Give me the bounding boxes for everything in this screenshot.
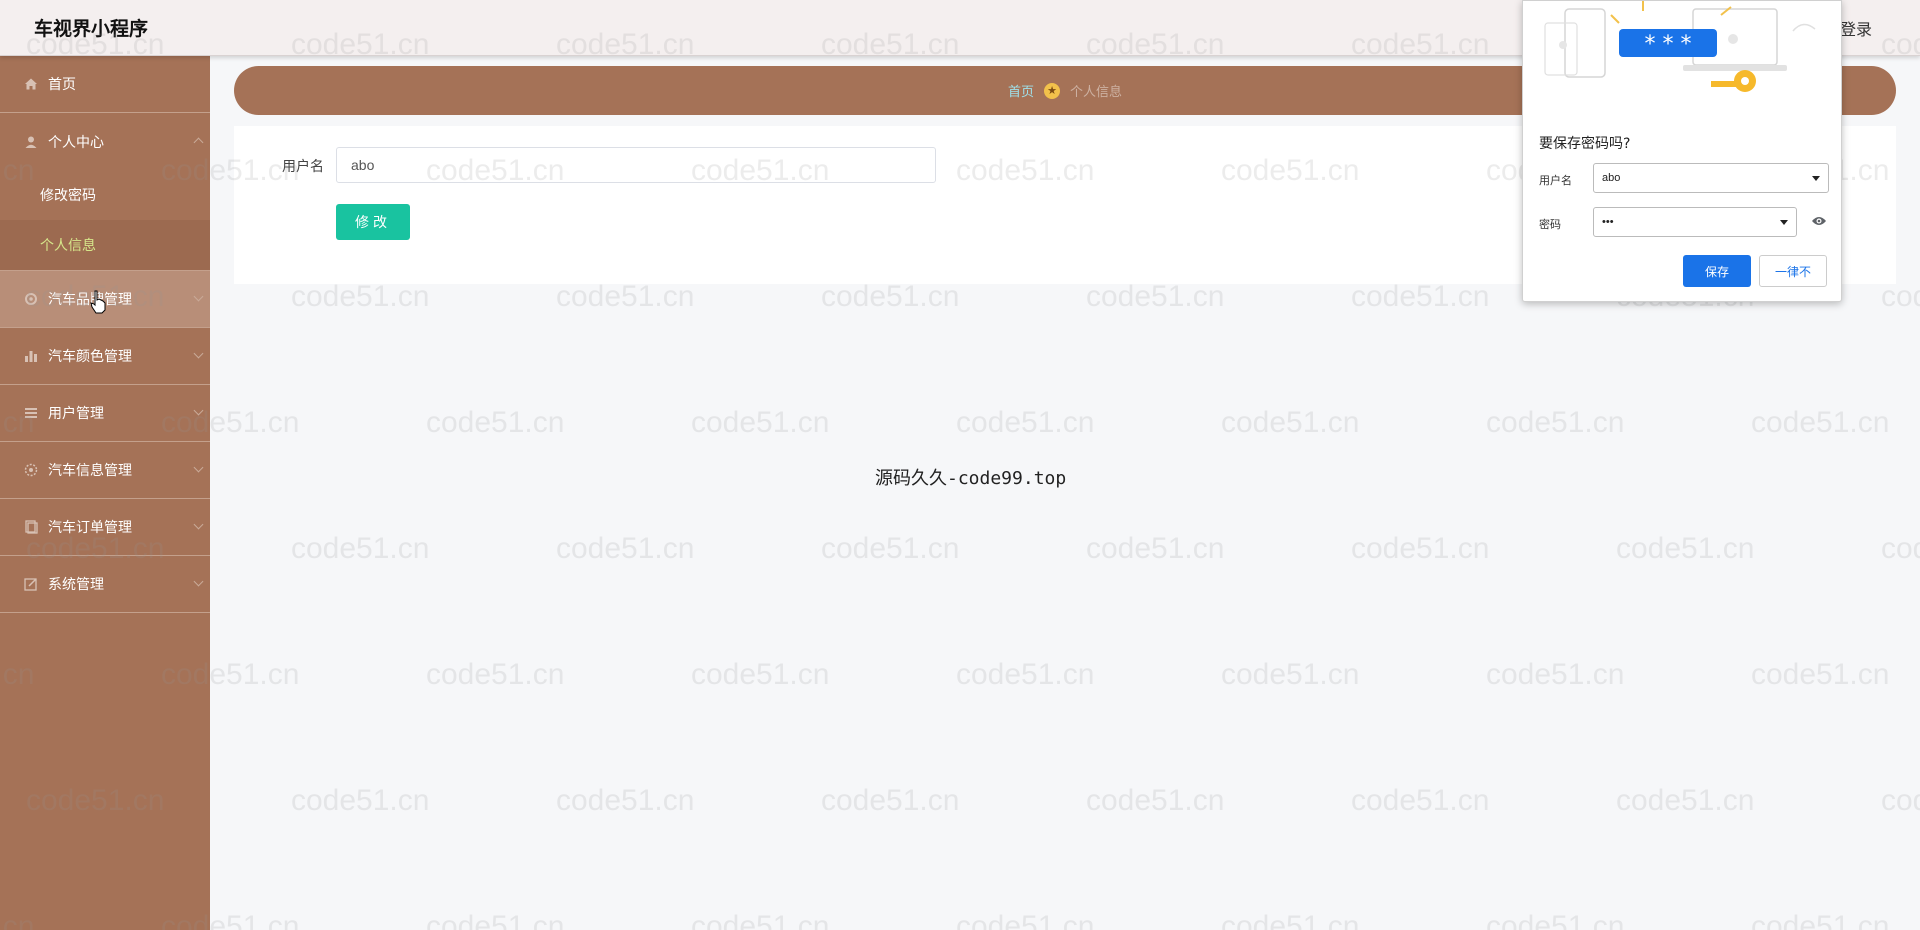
watermark-text: code51.cn [1086,532,1225,565]
watermark-text: code51.cn [1221,658,1360,691]
save-password-title: 要保存密码吗? [1539,136,1631,152]
sidebar-item-system[interactable]: 系统管理 [0,556,210,613]
settings-icon [24,463,38,477]
popup-username-label: 用户名 [1539,174,1572,187]
breadcrumb-home-link[interactable]: 首页 [1008,81,1034,100]
sidebar-item-personal-center[interactable]: 个人中心 [0,113,210,170]
watermark-text: code51.cn [1086,280,1225,313]
watermark-text: code51.cn [556,280,695,313]
dropdown-caret-icon [1780,220,1788,225]
username-label: 用户名 [282,159,324,175]
watermark-text: code51.cn [556,784,695,817]
sidebar-item-label: 系统管理 [48,577,104,593]
chevron-down-icon [193,291,204,302]
watermark-text: code51.cn [1086,784,1225,817]
watermark-text: code51.cn [291,784,430,817]
watermark-text: code51.cn [1351,532,1490,565]
chevron-down-icon [193,519,204,530]
watermark-text: code51.cn [821,532,960,565]
popup-password-label: 密码 [1539,218,1561,231]
sidebar-item-label: 汽车订单管理 [48,520,132,536]
watermark-text: code51.cn [821,280,960,313]
chevron-up-icon [193,137,204,148]
watermark-text: code51.cn [1881,784,1920,817]
watermark-text: code51.cn [1751,910,1890,930]
home-icon [24,77,38,91]
watermark-text: code51.cn [426,658,565,691]
document-icon [24,520,38,534]
sidebar-subitem-change-password[interactable]: 修改密码 [0,170,210,220]
chevron-down-icon [193,462,204,473]
sidebar-item-home[interactable]: 首页 [0,56,210,113]
save-password-dialog: * * * 要保存密码吗? 用户名 abo 密码 ••• 保存 一律不 [1522,0,1842,302]
app-title: 车视界小程序 [34,18,149,40]
login-link[interactable]: 登录 [1840,16,1872,40]
sidebar-item-label: 首页 [48,77,76,93]
sidebar-group-personal: 个人中心 修改密码 个人信息 [0,113,210,271]
star-icon: ★ [1044,82,1060,99]
watermark-text: code51.cn [1221,910,1360,930]
popup-password-value: ••• [1602,216,1614,228]
save-password-button[interactable]: 保存 [1683,255,1751,287]
popup-password-select[interactable]: ••• [1593,207,1797,237]
breadcrumb-current: 个人信息 [1070,85,1123,100]
hand-cursor-icon [90,290,106,314]
sidebar-item-label: 汽车颜色管理 [48,349,132,365]
popup-username-value: abo [1602,172,1621,184]
sidebar-item-label: 个人中心 [48,134,104,151]
modify-button[interactable]: 修改 [336,204,410,240]
watermark-text: code51.cn [1486,406,1625,439]
popup-username-select[interactable]: abo [1593,163,1829,193]
edit-icon [24,577,38,591]
footer-text: 源码久久-code99.top [875,468,1067,489]
sidebar-item-car-color[interactable]: 汽车颜色管理 [0,328,210,385]
eye-icon[interactable] [1811,215,1827,227]
chevron-down-icon [193,405,204,416]
watermark-text: code51.cn [1751,658,1890,691]
watermark-text: code51.cn [556,532,695,565]
sidebar-item-user-management[interactable]: 用户管理 [0,385,210,442]
bar-chart-icon [24,349,38,363]
watermark-text: code51.cn [1486,658,1625,691]
watermark-text: code51.cn [1616,532,1755,565]
watermark-text: code51.cn [821,784,960,817]
sidebar-menu: 首页 个人中心 修改密码 个人信息 汽车品牌管理 汽车颜色管理 用户管理 汽车信… [0,56,210,930]
watermark-text: code51.cn [1616,784,1755,817]
watermark-text: code51.cn [691,910,830,930]
watermark-text: code51.cn [691,658,830,691]
watermark-text: code51.cn [1751,406,1890,439]
user-icon [24,135,38,149]
sidebar-item-car-info[interactable]: 汽车信息管理 [0,442,210,499]
gear-icon [24,292,38,306]
watermark-text: code51.cn [691,406,830,439]
dropdown-caret-icon [1812,176,1820,181]
watermark-text: code51.cn [956,658,1095,691]
chevron-down-icon [193,576,204,587]
watermark-text: code51.cn [1881,280,1920,313]
watermark-text: code51.cn [956,910,1095,930]
watermark-text: code51.cn [426,910,565,930]
watermark-text: code51.cn [956,406,1095,439]
watermark-text: code51.cn [1881,532,1920,565]
sidebar-item-car-order[interactable]: 汽车订单管理 [0,499,210,556]
password-illustration: * * * [1544,1,1816,92]
sidebar-item-label: 用户管理 [48,406,104,422]
watermark-text: code51.cn [1221,406,1360,439]
watermark-text: code51.cn [1351,280,1490,313]
watermark-text: code51.cn [291,280,430,313]
chevron-down-icon [193,348,204,359]
never-save-button[interactable]: 一律不 [1759,255,1827,287]
watermark-text: code51.cn [291,532,430,565]
list-icon [24,406,38,420]
watermark-text: code51.cn [1486,910,1625,930]
sidebar-item-label: 汽车信息管理 [48,463,132,479]
watermark-text: code51.cn [426,406,565,439]
watermark-text: code51.cn [1351,784,1490,817]
username-input[interactable] [336,147,936,183]
masked-password-badge: * * * [1645,32,1692,57]
sidebar-subitem-personal-info[interactable]: 个人信息 [0,220,210,270]
